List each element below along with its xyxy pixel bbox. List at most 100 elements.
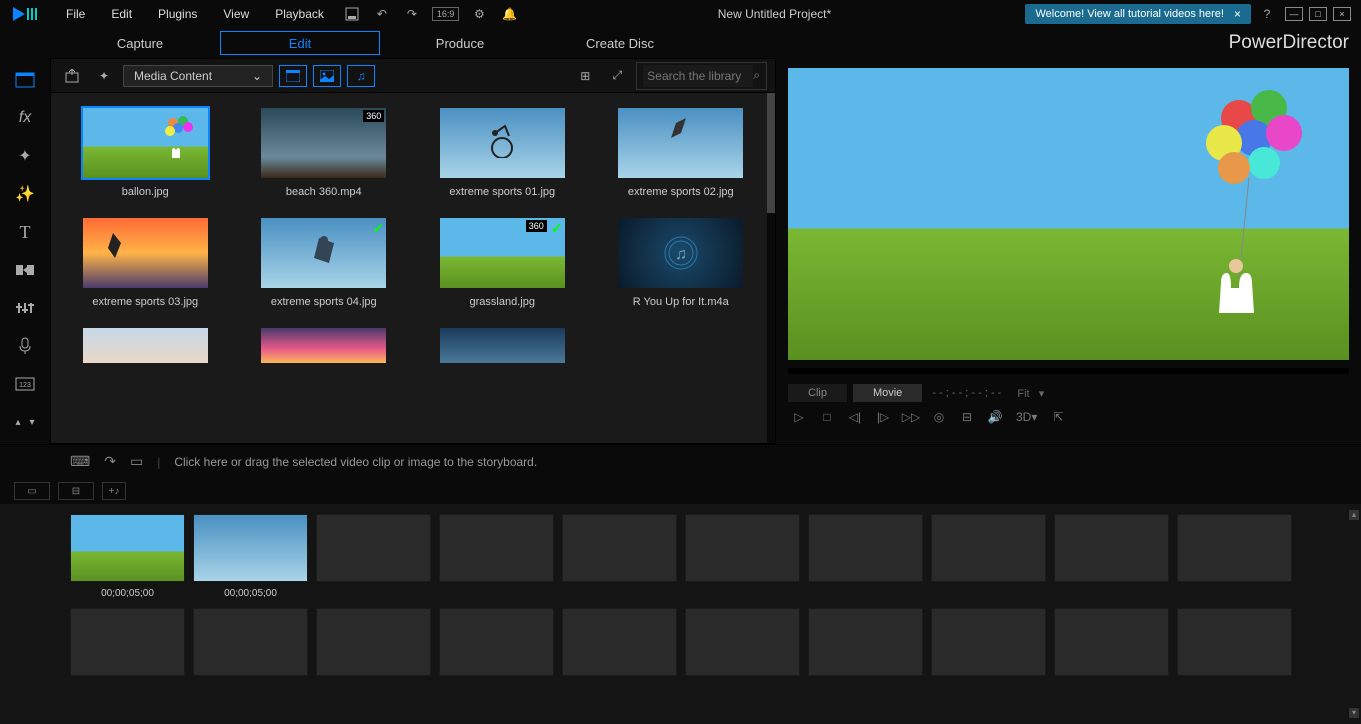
tab-create-disc[interactable]: Create Disc — [540, 31, 700, 55]
save-icon[interactable] — [342, 4, 362, 24]
thumbnail[interactable] — [261, 328, 386, 363]
storyboard-view-icon[interactable]: ⊟ — [58, 482, 94, 500]
filter-all-icon[interactable] — [279, 65, 307, 87]
chapter-room-icon[interactable]: 123 — [11, 372, 39, 396]
storyboard-cell[interactable] — [439, 514, 554, 600]
collapse-up-icon[interactable]: ▴ — [12, 410, 24, 434]
media-item[interactable]: 360 beach 360.mp4 — [240, 108, 409, 198]
maximize-button[interactable]: □ — [1309, 7, 1327, 21]
scroll-down-icon[interactable]: ▾ — [1349, 708, 1359, 718]
plugin-icon[interactable]: ✦ — [91, 64, 117, 88]
thumbnail[interactable] — [83, 108, 208, 178]
media-item[interactable] — [240, 328, 409, 363]
storyboard-thumbnail[interactable] — [1054, 608, 1169, 676]
menu-plugins[interactable]: Plugins — [146, 3, 209, 25]
aspect-ratio-selector[interactable]: 16:9 — [432, 7, 460, 21]
preview-tab-movie[interactable]: Movie — [853, 384, 922, 402]
audio-mixing-icon[interactable] — [11, 296, 39, 320]
tab-edit[interactable]: Edit — [220, 31, 380, 55]
fit-dropdown[interactable]: Fit ▾ — [1017, 387, 1044, 400]
fast-forward-icon[interactable]: ▷▷ — [900, 408, 922, 426]
storyboard-cell[interactable] — [439, 608, 554, 676]
thumbnail[interactable] — [440, 108, 565, 178]
thumbnail[interactable] — [440, 328, 565, 363]
menu-playback[interactable]: Playback — [263, 3, 336, 25]
storyboard-thumbnail[interactable] — [685, 608, 800, 676]
cut-icon[interactable]: ▭ — [130, 453, 143, 470]
storyboard-cell[interactable] — [931, 608, 1046, 676]
detail-view-icon[interactable]: ⤢ — [604, 64, 630, 88]
storyboard-cell[interactable] — [808, 608, 923, 676]
filter-audio-icon[interactable]: ♫ — [347, 65, 375, 87]
storyboard-cell[interactable] — [685, 608, 800, 676]
storyboard-cell[interactable] — [70, 608, 185, 676]
thumbnail[interactable]: 360 — [261, 108, 386, 178]
storyboard-thumbnail[interactable] — [316, 514, 431, 582]
voiceover-icon[interactable] — [11, 334, 39, 358]
search-input[interactable] — [643, 65, 753, 87]
preview-tab-clip[interactable]: Clip — [788, 384, 847, 402]
collapse-down-icon[interactable]: ▾ — [26, 410, 38, 434]
help-icon[interactable]: ? — [1257, 4, 1277, 24]
filter-image-icon[interactable] — [313, 65, 341, 87]
media-item[interactable]: ballon.jpg — [61, 108, 230, 198]
thumbnail[interactable]: 360 ✓ — [440, 218, 565, 288]
grid-view-icon[interactable]: ⊞ — [572, 64, 598, 88]
settings-icon[interactable]: ⚙ — [469, 4, 489, 24]
keyboard-icon[interactable]: ⌨ — [70, 453, 90, 470]
storyboard-cell[interactable] — [562, 608, 677, 676]
thumbnail[interactable] — [618, 108, 743, 178]
close-icon[interactable]: × — [1234, 7, 1241, 21]
storyboard-thumbnail[interactable] — [685, 514, 800, 582]
media-item[interactable]: ♫ R You Up for It.m4a — [597, 218, 766, 308]
snapshot-icon[interactable]: ◎ — [928, 408, 950, 426]
storyboard-cell[interactable] — [808, 514, 923, 600]
media-item[interactable]: ✓ extreme sports 04.jpg — [240, 218, 409, 308]
storyboard-cell[interactable] — [316, 608, 431, 676]
import-icon[interactable] — [59, 64, 85, 88]
storyboard-cell[interactable] — [193, 608, 308, 676]
storyboard-scrollbar[interactable]: ▴ ▾ — [1349, 510, 1359, 718]
add-music-icon[interactable]: +♪ — [102, 482, 126, 500]
volume-icon[interactable]: 🔊 — [984, 408, 1006, 426]
play-icon[interactable]: ▷ — [788, 408, 810, 426]
menu-view[interactable]: View — [211, 3, 261, 25]
3d-toggle[interactable]: 3D ▾ — [1012, 408, 1041, 426]
loop-icon[interactable]: ⊟ — [956, 408, 978, 426]
storyboard-cell[interactable]: 00;00;05;00 — [193, 514, 308, 600]
fx-room-icon[interactable]: fx — [11, 106, 39, 130]
storyboard-thumbnail[interactable] — [193, 608, 308, 676]
storyboard-thumbnail[interactable] — [70, 514, 185, 582]
welcome-banner[interactable]: Welcome! View all tutorial videos here! … — [1025, 4, 1251, 24]
media-room-icon[interactable] — [11, 68, 39, 92]
stop-icon[interactable]: □ — [816, 408, 838, 426]
storyboard-thumbnail[interactable] — [193, 514, 308, 582]
storyboard-thumbnail[interactable] — [808, 608, 923, 676]
storyboard-thumbnail[interactable] — [1177, 608, 1292, 676]
undo-icon[interactable]: ↶ — [372, 4, 392, 24]
thumbnail[interactable]: ♫ — [618, 218, 743, 288]
media-item[interactable]: 360 ✓ grassland.jpg — [418, 218, 587, 308]
title-room-icon[interactable]: T — [11, 220, 39, 244]
media-item[interactable]: extreme sports 02.jpg — [597, 108, 766, 198]
tab-produce[interactable]: Produce — [380, 31, 540, 55]
redo-icon[interactable]: ↷ — [402, 4, 422, 24]
storyboard-cell[interactable] — [316, 514, 431, 600]
pip-room-icon[interactable]: ✦ — [11, 144, 39, 168]
timeline-view-icon[interactable]: ▭ — [14, 482, 50, 500]
storyboard-thumbnail[interactable] — [70, 608, 185, 676]
storyboard-thumbnail[interactable] — [931, 514, 1046, 582]
storyboard-thumbnail[interactable] — [931, 608, 1046, 676]
search-icon[interactable]: ⌕ — [753, 68, 760, 83]
next-frame-icon[interactable]: |▷ — [872, 408, 894, 426]
storyboard-cell[interactable] — [1054, 608, 1169, 676]
storyboard-cell[interactable] — [1177, 608, 1292, 676]
library-scrollbar[interactable] — [767, 93, 775, 443]
thumbnail[interactable] — [83, 218, 208, 288]
storyboard-cell[interactable] — [1054, 514, 1169, 600]
storyboard-thumbnail[interactable] — [316, 608, 431, 676]
storyboard-thumbnail[interactable] — [439, 514, 554, 582]
media-item[interactable] — [418, 328, 587, 363]
storyboard-cell[interactable] — [1177, 514, 1292, 600]
storyboard-thumbnail[interactable] — [1054, 514, 1169, 582]
